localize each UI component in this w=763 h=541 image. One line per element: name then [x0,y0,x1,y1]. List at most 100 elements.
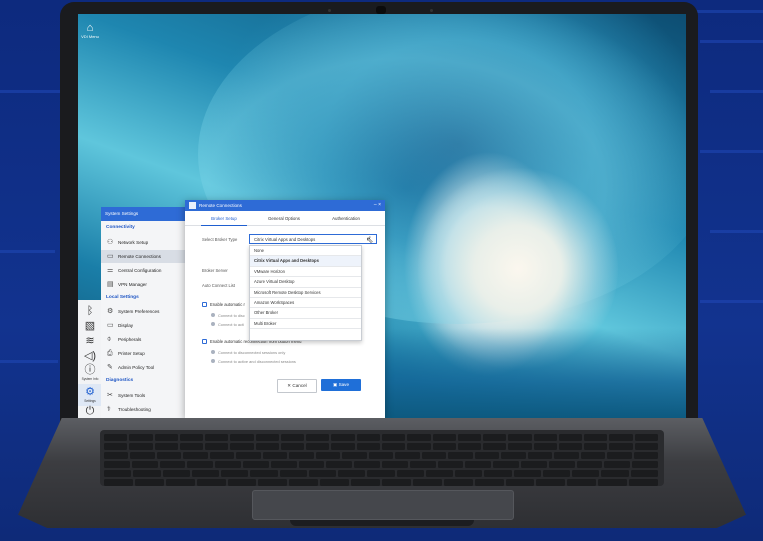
keyboard-key [306,443,330,450]
radio-disconnected-only[interactable] [211,350,215,354]
info-icon[interactable]: ⓘ [83,364,97,376]
keyboard-key [298,461,325,468]
dropdown-option[interactable]: Other Broker [250,308,361,319]
preferences-icon: ⚙ [107,308,114,315]
section-heading-local-settings: Local Settings [106,295,139,300]
sensor-dot [328,9,331,12]
keyboard-key [634,443,658,450]
keyboard-key [289,479,319,486]
keyboard-key [533,434,557,441]
keyboard-key [396,470,424,477]
keyboard-key [368,452,394,459]
keyboard-key [154,434,178,441]
sidebar-item-admin-policy-tool[interactable]: ✎ Admin Policy Tool [101,361,185,374]
keyboard-key [533,443,557,450]
keyboard-key [501,452,526,459]
power-icon[interactable]: ⏻ [83,405,97,417]
home-icon: ⌂ [86,22,94,34]
sidebar-item-troubleshooting[interactable]: ⚕ Troubleshooting [101,403,185,416]
dropdown-option[interactable]: Microsoft Remote Desktop Services [250,288,361,298]
system-settings-panel: System Settings Connectivity ⚇ Network Se… [101,207,186,418]
sidebar-item-peripherals[interactable]: ⌽ Peripherals [101,333,185,346]
keyboard-key [633,452,658,459]
keyboard-key [425,470,454,477]
tab-broker-setup[interactable]: Broker Setup [201,213,247,226]
sidebar-item-system-tools[interactable]: ✂ System Tools [101,389,185,402]
tab-authentication[interactable]: Authentication [323,213,369,225]
keyboard-key [280,434,305,441]
keyboard-key [191,470,220,477]
sidebar-item-system-preferences[interactable]: ⚙ System Preferences [101,305,185,318]
keyboard-key [331,443,355,450]
keyboard-key [104,479,133,486]
keyboard-key [554,452,579,459]
sidebar-item-label: System Preferences [118,309,160,314]
keyboard-key [598,479,628,486]
keyboard-key [356,434,380,441]
sidebar-item-display[interactable]: ▭ Display [101,319,185,332]
keyboard-key [255,434,279,441]
sidebar-item-network-setup[interactable]: ⚇ Network Setup [101,236,185,249]
dropdown-option[interactable]: Amazon WorkSpaces [250,298,361,309]
volume-icon[interactable]: ◁) [83,350,97,362]
keyboard-key [437,461,464,468]
keyboard-key [270,461,297,468]
gear-icon[interactable]: ⚙ [83,386,97,398]
troubleshoot-icon: ⚕ [107,406,111,413]
keyboard-key [104,452,129,459]
sensor-dot [430,9,433,12]
keyboard-key [508,443,532,450]
keyboard-key [320,479,350,486]
keyboard-key [609,443,633,450]
dropdown-option[interactable]: Azure Virtual Desktop [250,277,361,288]
radio-active[interactable] [211,322,215,326]
button-menu-reconnect-checkbox[interactable] [202,339,207,344]
radio-disconnected[interactable] [211,313,215,317]
dropdown-option[interactable]: Multi Broker [250,319,361,330]
keyboard-key [129,434,153,441]
vdi-menu-button[interactable]: ⌂ VDI Menu [80,22,100,48]
dropdown-option[interactable]: VMware Horizon [250,267,361,278]
keyboard-key [508,434,532,441]
keyboard-key [521,461,547,468]
bluetooth-icon[interactable]: ᛒ [83,305,97,317]
dialog-titlebar: Remote Connections – × [185,200,385,211]
sidebar-item-central-configuration[interactable]: ⚌ Central Configuration [101,264,185,277]
sidebar-item-printer-setup[interactable]: ⎙ Printer Setup [101,347,185,360]
remote-icon: ▭ [107,253,114,260]
window-controls[interactable]: – × [374,200,381,211]
keyboard-key [505,479,535,486]
bg-stripe [710,230,763,233]
dropdown-option[interactable]: None [250,246,361,257]
sidebar-item-label: Remote Connections [118,254,161,259]
dropdown-option[interactable]: Citrix Virtual Apps and Desktops [250,256,361,267]
cancel-button[interactable]: ✕ Cancel [277,379,317,393]
save-button[interactable]: ▣ Save [321,379,361,391]
radio-disconnected-only-label: Connect to disconnected sessions only [218,350,286,355]
keyboard-key [227,479,257,486]
keyboard-key [474,479,504,486]
keyboard-key [215,461,241,468]
keyboard-key [165,479,195,486]
radio-active-and-disconnected[interactable] [211,359,215,363]
webcam [376,6,386,14]
auto-reconnect-checkbox[interactable] [202,302,207,307]
keyboard-key [162,470,190,477]
keyboard-key [133,470,161,477]
keyboard-key [183,452,208,459]
keyboard-key [632,461,658,468]
keyboard-key [382,443,406,450]
broker-type-select[interactable]: Citrix Virtual Apps and Desktops ⌃ [249,234,377,244]
keyboard-key [584,443,608,450]
sidebar-item-vpn-manager[interactable]: ▤ VPN Manager [101,278,185,291]
keyboard-key [156,452,182,459]
tab-general-options[interactable]: General Options [261,213,307,225]
sidebar-item-remote-connections[interactable]: ▭ Remote Connections [101,250,185,263]
wifi-icon[interactable]: ≋ [83,335,97,347]
system-info-label: System Info [81,377,99,381]
keyboard-key [609,434,633,441]
display-off-icon[interactable]: ▧ [83,320,97,332]
dialog-tabs: Broker Setup General Options Authenticat… [185,213,385,226]
keyboard-key [280,443,305,450]
keyboard-key [130,452,155,459]
